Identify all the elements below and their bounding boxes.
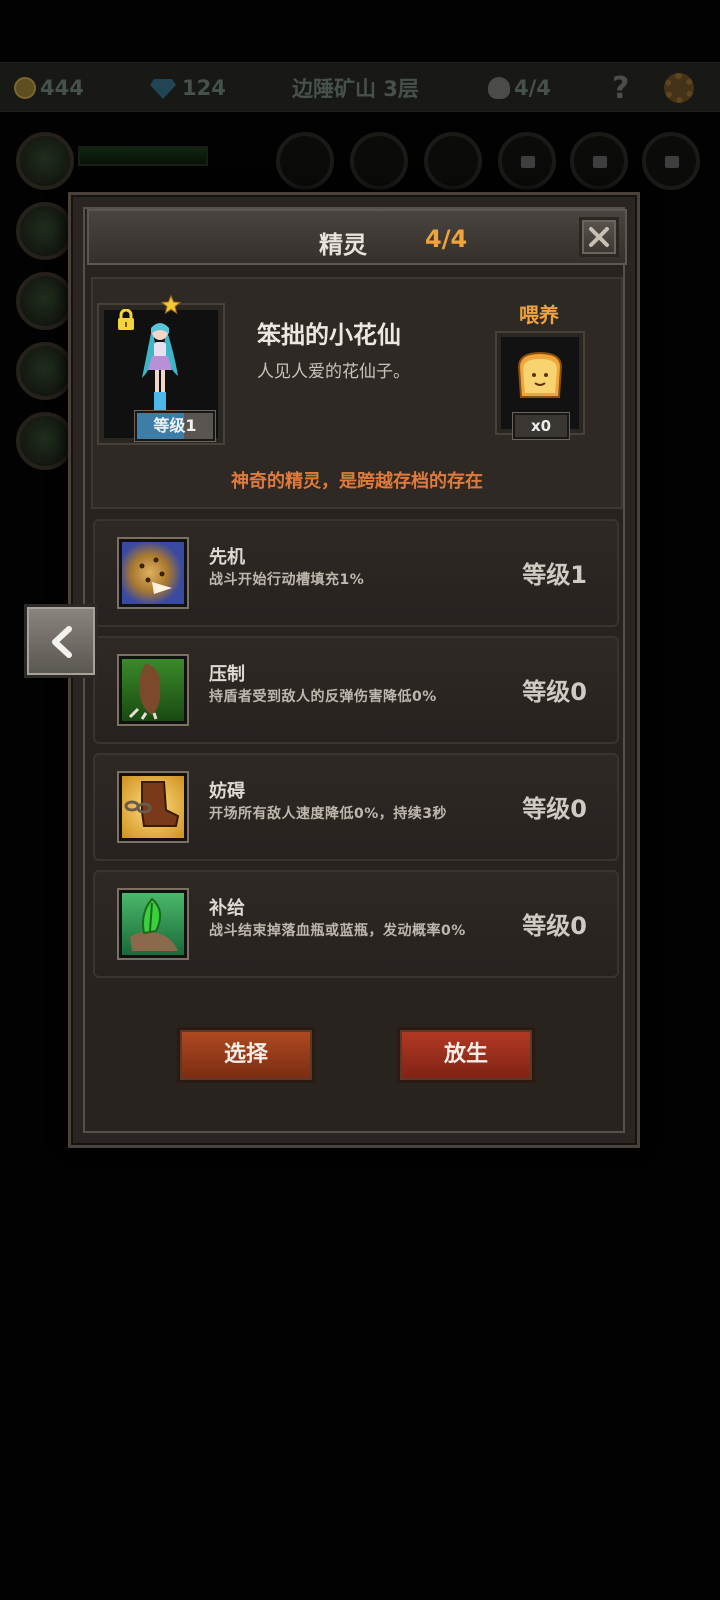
- sprite-level-badge: 等级1: [135, 411, 215, 441]
- gold-value: 444: [40, 76, 84, 100]
- hero-portrait[interactable]: [16, 132, 74, 190]
- skill-row: 妨碍 开场所有敌人速度降低0%，持续3秒 等级0: [93, 753, 619, 861]
- diamond-icon: [150, 79, 176, 99]
- dialog-title: 精灵: [319, 231, 367, 259]
- release-button[interactable]: 放生: [397, 1027, 535, 1083]
- kill-counter: 4/4: [488, 74, 551, 102]
- equipment-slot[interactable]: [424, 132, 482, 190]
- sprite-dialog: 精灵 4/4 等级1 笨拙的小花仙 人见人爱的花仙子。 喂养 x0 神奇的精灵，…: [68, 192, 640, 1148]
- skill-description: 战斗开始行动槽填充1%: [209, 572, 365, 588]
- sprite-count: 4/4: [425, 225, 468, 253]
- sprite-name: 笨拙的小花仙: [257, 321, 401, 349]
- skill-name: 先机: [209, 547, 245, 568]
- food-count: x0: [513, 413, 569, 439]
- dialog-title-bar: 精灵 4/4: [87, 209, 627, 265]
- equipment-slot[interactable]: [276, 132, 334, 190]
- skill-name: 补给: [209, 898, 245, 919]
- star-icon: [160, 294, 182, 319]
- feed-label: 喂养: [519, 303, 559, 327]
- sprite-description: 人见人爱的花仙子。: [257, 362, 410, 382]
- equipment-slot[interactable]: [350, 132, 408, 190]
- sprite-note: 神奇的精灵，是跨越存档的存在: [231, 471, 483, 492]
- question-icon: ?: [612, 70, 630, 106]
- skill-level: 等级0: [522, 795, 587, 823]
- locked-slot: [570, 132, 628, 190]
- lock-icon: [117, 308, 135, 335]
- gear-icon: [664, 73, 694, 103]
- chevron-left-icon: [52, 626, 72, 658]
- bread-icon: [517, 351, 563, 398]
- skill-description: 开场所有敌人速度降低0%，持续3秒: [209, 806, 448, 822]
- gem-value: 124: [182, 76, 226, 100]
- kill-value: 4/4: [514, 76, 551, 100]
- locked-slot: [642, 132, 700, 190]
- skill-name: 妨碍: [209, 781, 245, 802]
- skill-description: 持盾者受到敌人的反弹伤害降低0%: [209, 689, 437, 705]
- claw-icon: [119, 656, 187, 724]
- location-text: 边陲矿山 3层: [292, 77, 419, 101]
- lock-icon: [593, 156, 607, 168]
- coin-icon: [14, 77, 36, 99]
- hero-hp-bar: [78, 146, 208, 166]
- skill-name: 压制: [209, 664, 245, 685]
- gold-counter: 444: [14, 74, 84, 102]
- skill-row: 压制 持盾者受到敌人的反弹伤害降低0% 等级0: [93, 636, 619, 744]
- close-button[interactable]: [579, 217, 619, 257]
- leopard-icon: [119, 539, 187, 607]
- skill-level: 等级0: [522, 678, 587, 706]
- skill-description: 战斗结束掉落血瓶或蓝瓶，发动概率0%: [209, 923, 466, 939]
- gem-counter: 124: [150, 74, 226, 102]
- hero-portrait[interactable]: [16, 202, 74, 260]
- settings-button[interactable]: [664, 73, 694, 103]
- help-button[interactable]: ?: [612, 71, 629, 106]
- close-icon: [589, 227, 609, 247]
- locked-slot: [498, 132, 556, 190]
- previous-sprite-button[interactable]: [24, 604, 98, 678]
- skull-icon: [488, 77, 510, 99]
- skill-level: 等级1: [522, 561, 587, 589]
- hero-portrait[interactable]: [16, 272, 74, 330]
- shackle-icon: [119, 773, 187, 841]
- skill-row: 先机 战斗开始行动槽填充1% 等级1: [93, 519, 619, 627]
- select-button[interactable]: 选择: [177, 1027, 315, 1083]
- location-label: 边陲矿山 3层: [292, 74, 419, 102]
- herb-icon: [119, 890, 187, 958]
- lock-icon: [521, 156, 535, 168]
- skill-level: 等级0: [522, 912, 587, 940]
- skill-row: 补给 战斗结束掉落血瓶或蓝瓶，发动概率0% 等级0: [93, 870, 619, 978]
- hero-portrait[interactable]: [16, 342, 74, 400]
- hero-portrait[interactable]: [16, 412, 74, 470]
- lock-icon: [665, 156, 679, 168]
